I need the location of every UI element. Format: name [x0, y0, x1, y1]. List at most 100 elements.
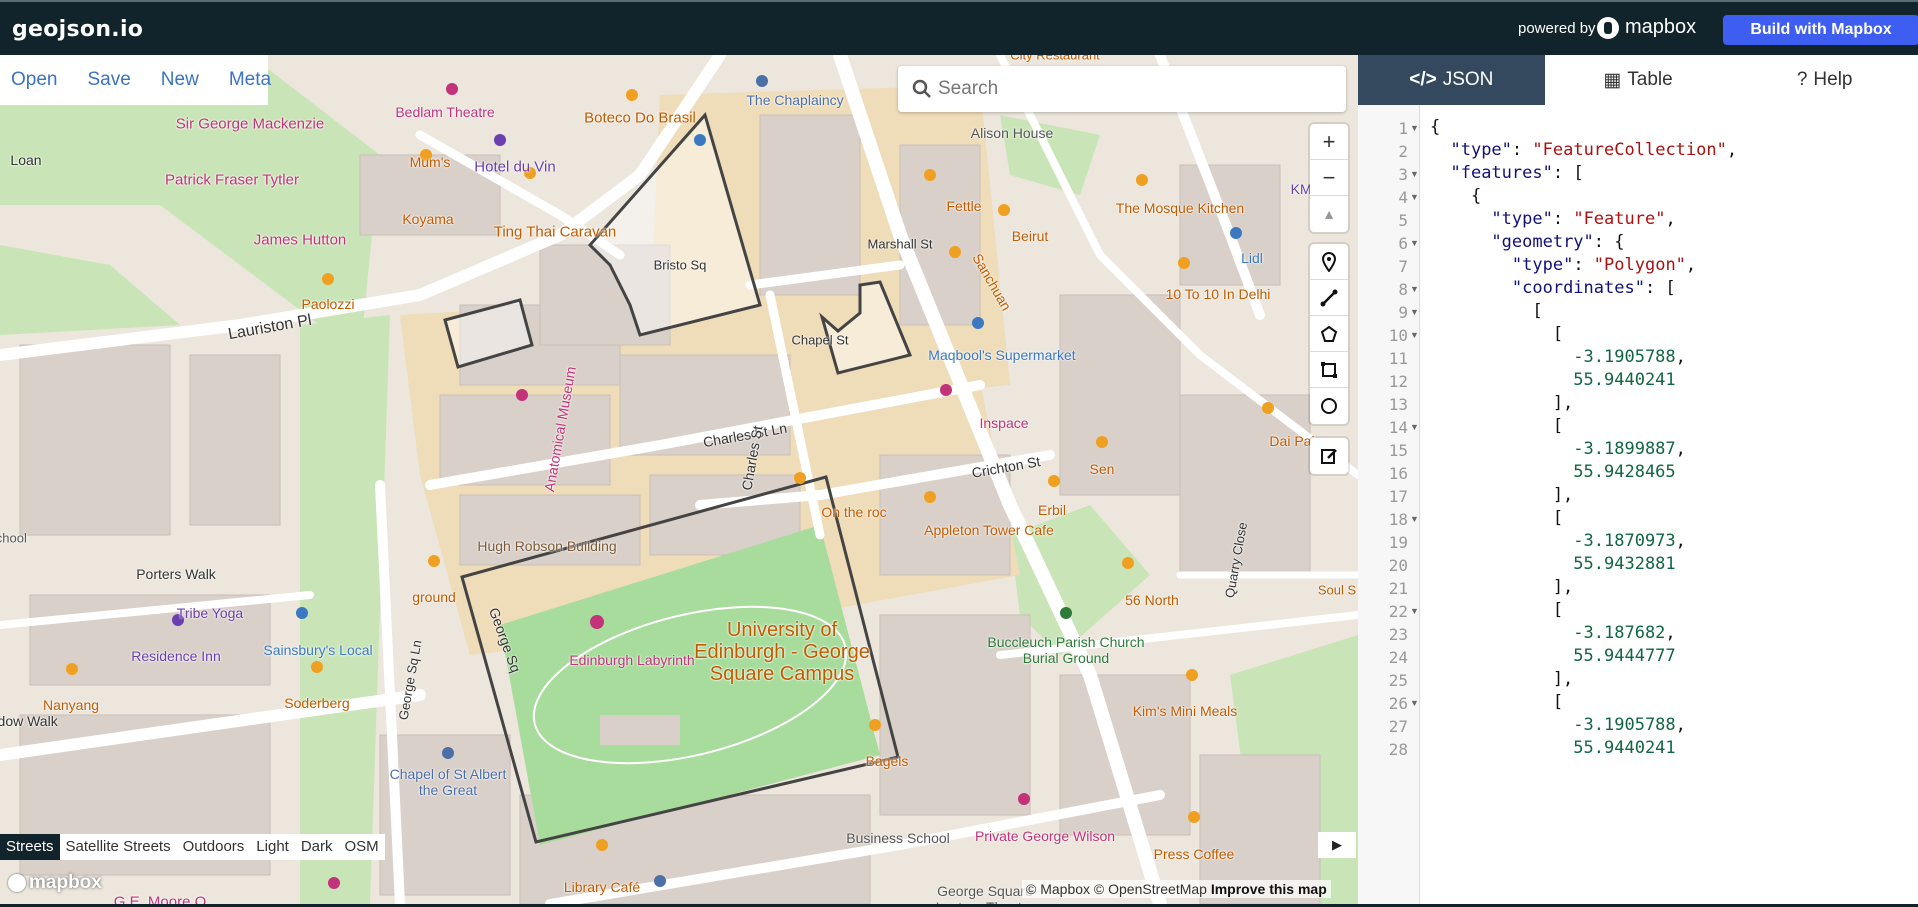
zoom-out-button[interactable]: − [1310, 160, 1348, 196]
code-line: 55.9440241 [1573, 370, 1676, 390]
map-style-osm[interactable]: OSM [339, 834, 385, 860]
meta-menu[interactable]: Meta [229, 69, 271, 91]
line-number: 1 [1398, 119, 1408, 138]
search-box[interactable]: Search [898, 66, 1346, 112]
code-line: "coordinates": [ [1511, 278, 1676, 298]
mapbox-brand-label: mapbox [1625, 16, 1697, 38]
map-canvas[interactable]: City Restaurant The Chaplaincy Bedlam Thea… [0, 55, 1358, 904]
map-label: Press Coffee [1153, 846, 1235, 862]
mapbox-logo-text: mapbox [29, 872, 102, 893]
save-menu[interactable]: Save [87, 69, 130, 91]
build-with-mapbox-button[interactable]: Build with Mapbox [1723, 15, 1918, 45]
line-number: 2 [1398, 142, 1408, 161]
line-number: 3 [1398, 165, 1408, 184]
code-line: -3.1870973, [1573, 531, 1686, 551]
map-label: Ting Thai Caravan [493, 223, 617, 241]
marker-tool[interactable] [1310, 244, 1348, 280]
map-label: Hugh Robson Building [477, 538, 617, 554]
map-label: Tribe Yoga [176, 605, 244, 621]
rectangle-icon [1321, 361, 1337, 378]
map-style-satellite-streets[interactable]: Satellite Streets [60, 834, 177, 860]
code-line: 55.9428465 [1573, 462, 1676, 482]
map-label: Library Café [563, 879, 641, 895]
polygon-tool[interactable] [1310, 316, 1348, 352]
code-line: 55.9440241 [1573, 738, 1676, 758]
collapse-panel-button[interactable]: ▶ [1318, 832, 1356, 858]
search-icon [912, 79, 931, 98]
line-number: 18 [1388, 510, 1408, 529]
osm-attribution-link[interactable]: © OpenStreetMap [1094, 881, 1207, 897]
line-icon [1320, 289, 1338, 306]
code-line: "features": [ [1450, 163, 1584, 183]
map-label: Kim's Mini Meals [1132, 703, 1238, 719]
map-label: Sainsbury's Local [263, 642, 373, 658]
marker-icon [1321, 251, 1337, 272]
fold-toggle-icon[interactable]: ▼ [1410, 238, 1419, 248]
map-label: Dai Pai [1269, 433, 1315, 449]
tab-help[interactable]: ? Help [1731, 55, 1918, 105]
tab-json-label: JSON [1442, 69, 1494, 90]
map-style-streets[interactable]: Streets [0, 834, 60, 860]
mapbox-attribution-link[interactable]: © Mapbox [1026, 881, 1090, 897]
polygon-icon [1320, 325, 1338, 342]
map-attribution: © Mapbox © OpenStreetMap Improve this ma… [1022, 880, 1331, 898]
edit-tool[interactable] [1310, 438, 1348, 474]
code-line: [ [1430, 324, 1564, 344]
map-style-outdoors[interactable]: Outdoors [177, 834, 251, 860]
code-line: "type": "Polygon", [1511, 255, 1697, 275]
mapbox-logo[interactable]: mapbox [8, 872, 102, 894]
fold-toggle-icon[interactable]: ▼ [1410, 514, 1419, 524]
tab-json[interactable]: </> JSON [1358, 55, 1545, 105]
line-number: 25 [1388, 671, 1408, 690]
draw-toolbar [1310, 244, 1348, 424]
map-label: Soderberg [284, 695, 350, 711]
tab-table[interactable]: ▦ Table [1544, 55, 1732, 105]
fold-toggle-icon[interactable]: ▼ [1410, 169, 1419, 179]
line-number: 12 [1388, 372, 1408, 391]
map-label: Boteco Do Brasil [584, 109, 696, 127]
improve-map-link[interactable]: Improve this map [1211, 881, 1327, 897]
map-style-dark[interactable]: Dark [295, 834, 339, 860]
fold-toggle-icon[interactable]: ▼ [1410, 698, 1419, 708]
new-menu[interactable]: New [161, 69, 199, 91]
map-label: The Chaplaincy [746, 92, 844, 108]
line-number: 6 [1398, 234, 1408, 253]
map-label: School [0, 530, 27, 546]
mapbox-brand[interactable]: mapbox [1597, 16, 1696, 39]
fold-toggle-icon[interactable]: ▼ [1410, 330, 1419, 340]
zoom-in-button[interactable]: + [1310, 124, 1348, 160]
fold-toggle-icon[interactable]: ▼ [1410, 284, 1419, 294]
map-label: Marshall St [867, 236, 933, 252]
map-label: Paolozzi [301, 296, 355, 312]
fold-toggle-icon[interactable]: ▼ [1410, 422, 1419, 432]
fold-toggle-icon[interactable]: ▼ [1410, 606, 1419, 616]
fold-toggle-icon[interactable]: ▼ [1410, 192, 1419, 202]
map-label: Alison House [970, 125, 1054, 141]
code-line: -3.1905788, [1573, 715, 1686, 735]
help-icon: ? [1796, 69, 1808, 90]
map-label: Bagels [865, 753, 909, 769]
fold-toggle-icon[interactable]: ▼ [1410, 307, 1419, 317]
app-logo[interactable]: geojson.io [12, 17, 143, 42]
code-line: 55.9432881 [1573, 554, 1676, 574]
map-style-light[interactable]: Light [250, 834, 295, 860]
code-line: [ [1430, 416, 1564, 436]
line-number: 20 [1388, 556, 1408, 575]
map-label: Patrick Fraser Tytler [165, 171, 299, 189]
fold-toggle-icon[interactable]: ▼ [1410, 123, 1419, 133]
search-input[interactable]: Search [938, 78, 998, 100]
line-number: 9 [1398, 303, 1408, 322]
line-number: 11 [1388, 349, 1408, 368]
map-label: Soul S [1317, 582, 1357, 598]
map-label: Meadow Walk [0, 713, 58, 729]
open-menu[interactable]: Open [11, 69, 57, 91]
circle-tool[interactable] [1310, 388, 1348, 424]
line-tool[interactable] [1310, 280, 1348, 316]
rectangle-tool[interactable] [1310, 352, 1348, 388]
side-panel: </> JSON ▦ Table ? Help 1 ▼ 2 3 ▼ 4 ▼ 5 6 ▼ 7 8 ▼ 9 ▼ 10 ▼ 1… [1358, 55, 1918, 904]
map-label: Sen [1089, 461, 1115, 477]
tab-table-label: Table [1627, 69, 1673, 90]
compass-button[interactable]: ▲ [1310, 196, 1348, 232]
line-number: 10 [1388, 326, 1408, 345]
map-label: Private George Wilson [974, 828, 1116, 844]
